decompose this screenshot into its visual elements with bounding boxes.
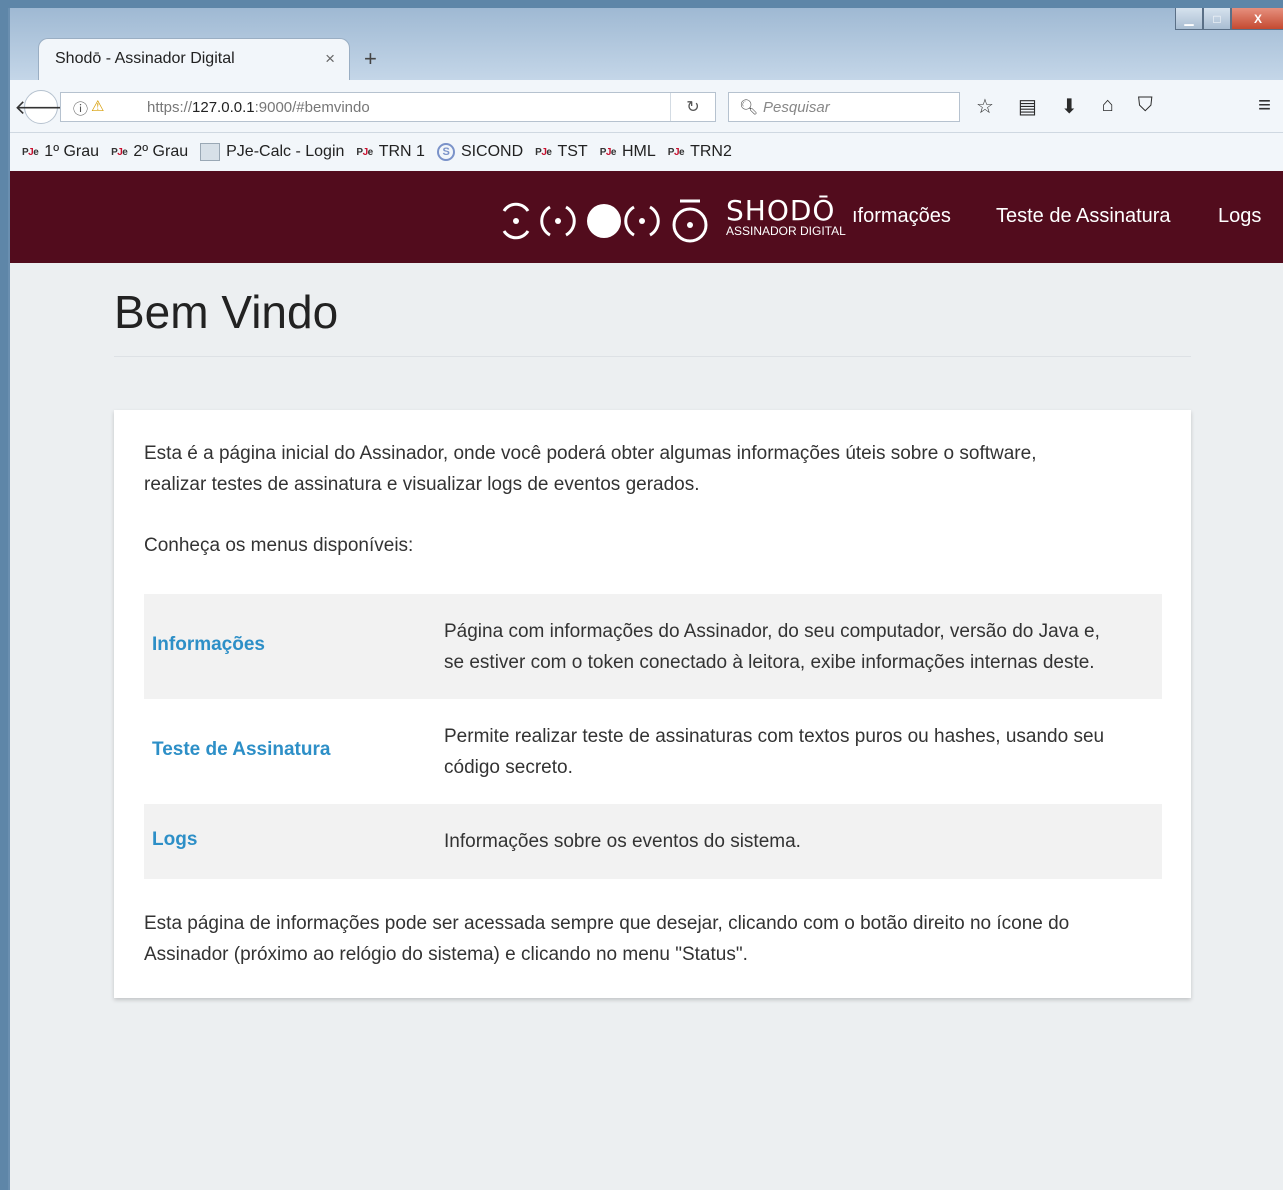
welcome-card: Esta é a página inicial do Assinador, on… (114, 410, 1191, 998)
link-logs[interactable]: Logs (152, 829, 197, 851)
tab-title: Shodō - Assinador Digital (55, 50, 235, 67)
bookmark-item[interactable]: PJe 2º Grau (111, 143, 188, 161)
nav-teste-assinatura[interactable]: Teste de Assinatura (996, 205, 1171, 228)
logo-title: SHODŌ (726, 194, 836, 227)
bookmark-label: 1º Grau (44, 143, 100, 160)
row-description: Permite realizar teste de assinaturas co… (444, 721, 1159, 783)
bookmark-item[interactable]: PJe TST (535, 143, 588, 161)
nav-logs[interactable]: Logs (1218, 205, 1261, 228)
pje-icon: PJe (599, 146, 617, 158)
bookmark-item[interactable]: S SICOND (436, 143, 524, 161)
bookmark-item[interactable]: PJe TRN 1 (356, 143, 425, 161)
intro-paragraph: Esta é a página inicial do Assinador, on… (144, 438, 1036, 500)
footer-paragraph: Esta página de informações pode ser aces… (144, 908, 1069, 970)
home-icon[interactable]: ⌂ (1102, 94, 1114, 119)
title-divider (114, 356, 1191, 357)
nav-informacoes[interactable]: ıformações (852, 205, 951, 228)
link-teste-assinatura[interactable]: Teste de Assinatura (152, 739, 330, 761)
minimize-button[interactable]: ▁ (1175, 8, 1203, 30)
close-window-button[interactable]: X (1231, 8, 1283, 30)
tab-strip: Shodō - Assinador Digital × + ▁ □ X (10, 8, 1283, 80)
logo-wordmark[interactable]: SHODŌ ASSINADOR DIGITAL (726, 194, 846, 238)
bookmark-label: PJe-Calc - Login (226, 143, 345, 160)
row-description: Página com informações do Assinador, do … (444, 616, 1159, 678)
url-host: 127.0.0.1 (192, 99, 255, 116)
window-controls: ▁ □ X (1175, 8, 1283, 30)
pocket-icon[interactable]: ⛉ (1138, 94, 1153, 119)
menus-label: Conheça os menus disponíveis: (144, 535, 414, 556)
url-text[interactable]: https://127.0.0.1:9000/#bemvindo (147, 99, 370, 116)
pje-icon: PJe (667, 146, 685, 158)
bookmark-item[interactable]: PJe TRN2 (668, 143, 732, 161)
pje-icon: PJe (111, 146, 128, 158)
reading-list-icon[interactable]: ▤ (1018, 94, 1037, 119)
footer-line: Esta página de informações pode ser aces… (144, 913, 1070, 934)
bookmark-label: HML (621, 143, 656, 160)
new-tab-button[interactable]: + (364, 46, 377, 72)
bookmark-item[interactable]: PJe 1º Grau (22, 143, 99, 161)
app-header: SHODŌ ASSINADOR DIGITAL ıformações Teste… (10, 171, 1283, 263)
address-bar[interactable]: ⓘ ⚠ https://127.0.0.1:9000/#bemvindo ↻ (60, 92, 716, 122)
browser-window: Shodō - Assinador Digital × + ▁ □ X 🡐 ⓘ … (8, 8, 1283, 1190)
bookmarks-toolbar: PJe 1º Grau PJe 2º Grau PJe-Calc - Login P… (10, 133, 1283, 171)
maximize-button[interactable]: □ (1203, 8, 1231, 30)
browser-tab[interactable]: Shodō - Assinador Digital × (38, 38, 350, 80)
bookmark-item[interactable]: PJe-Calc - Login (200, 143, 344, 161)
search-box[interactable]: 🔍︎ Pesquisar (728, 92, 960, 122)
hamburger-menu-icon[interactable]: ≡ (1258, 92, 1271, 118)
insecure-lock-icon[interactable]: ⚠ (91, 97, 104, 115)
pje-icon: PJe (535, 146, 552, 158)
pje-icon: PJe (356, 146, 373, 158)
footer-line: Assinador (próximo ao relógio do sistema… (144, 944, 748, 965)
table-row: Informações Página com informações do As… (144, 594, 1162, 699)
page-title: Bem Vindo (114, 286, 339, 338)
bookmark-label: SICOND (460, 143, 524, 160)
description-line: código secreto. (444, 757, 573, 778)
bookmark-label: TRN2 (690, 143, 732, 160)
table-row: Logs Informações sobre os eventos do sis… (144, 804, 1162, 879)
search-icon: 🔍︎ (739, 99, 759, 116)
description-line: Permite realizar teste de assinaturas co… (444, 726, 1105, 747)
site-info-icon[interactable]: ⓘ (73, 98, 88, 119)
calculator-icon (200, 143, 221, 161)
table-row: Teste de Assinatura Permite realizar tes… (144, 699, 1162, 804)
bookmark-label: TRN 1 (378, 143, 425, 160)
reload-icon[interactable]: ↻ (670, 93, 715, 121)
shodo-logo-icon[interactable] (496, 197, 718, 245)
intro-line: Esta é a página inicial do Assinador, on… (144, 443, 1037, 464)
back-button[interactable]: 🡐 (14, 90, 68, 124)
intro-line: realizar testes de assinatura e visualiz… (144, 474, 700, 495)
tab-close-icon[interactable]: × (325, 49, 335, 69)
description-line: se estiver com o token conectado à leito… (444, 652, 1095, 673)
logo-subtitle: ASSINADOR DIGITAL (726, 224, 846, 238)
pje-icon: PJe (22, 146, 39, 158)
row-description: Informações sobre os eventos do sistema. (444, 826, 1159, 857)
url-scheme: https:// (147, 99, 193, 116)
search-placeholder: Pesquisar (763, 99, 830, 116)
bookmark-label: 2º Grau (133, 143, 189, 160)
description-line: Informações sobre os eventos do sistema. (444, 831, 801, 852)
link-informacoes[interactable]: Informações (152, 634, 265, 656)
bookmark-label: TST (557, 143, 588, 160)
description-line: Página com informações do Assinador, do … (444, 621, 1100, 642)
sicond-icon: S (436, 143, 455, 161)
bookmark-star-icon[interactable]: ☆ (976, 94, 994, 119)
navigation-toolbar: 🡐 ⓘ ⚠ https://127.0.0.1:9000/#bemvindo ↻… (10, 80, 1283, 133)
url-path: :9000/#bemvindo (254, 99, 370, 116)
toolbar-icons: ☆ ▤ ⬇ ⌂ ⛉ (976, 94, 1153, 119)
bookmark-item[interactable]: PJe HML (600, 143, 656, 161)
download-icon[interactable]: ⬇ (1061, 94, 1078, 119)
menu-table: Informações Página com informações do As… (144, 594, 1162, 879)
